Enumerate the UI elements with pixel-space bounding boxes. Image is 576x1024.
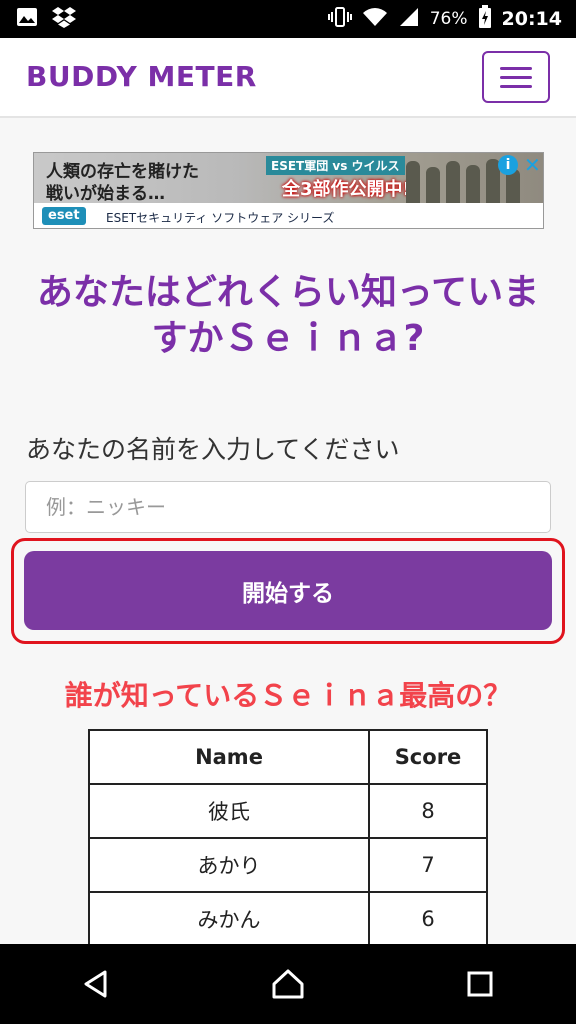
ad-footer: eset ESETセキュリティ ソフトウェア シリーズ (34, 203, 543, 228)
ad-headline-2: 戦いが始まる… (46, 184, 165, 204)
site-header: BUDDY METER (0, 38, 576, 118)
hamburger-icon-line (500, 75, 532, 79)
name-column-header: Name (88, 729, 370, 785)
name-label: あなたの名前を入力してください (26, 435, 400, 464)
player-score: 7 (368, 837, 488, 893)
ad-promo-text: 全3部作公開中!! (282, 179, 419, 200)
table-row: あかり 7 (88, 837, 488, 893)
status-bar: 76% 20:14 (0, 0, 576, 38)
system-nav-bar (0, 944, 576, 1024)
name-input[interactable] (25, 481, 551, 533)
ad-series-text: ESETセキュリティ ソフトウェア シリーズ (106, 211, 335, 225)
menu-toggle-button[interactable] (482, 51, 550, 103)
hamburger-icon-line (500, 84, 532, 88)
ad-close-icon[interactable]: ✕ (524, 153, 541, 177)
player-score: 8 (368, 783, 488, 839)
table-header-row: Name Score (88, 729, 488, 785)
ad-image: 人類の存亡を賭けた 戦いが始まる… ESET軍団 vs ウイルス 全3部作公開中… (34, 153, 543, 228)
vibrate-icon (327, 6, 352, 32)
hamburger-icon-line (500, 66, 532, 70)
battery-percent: 76% (429, 9, 468, 29)
ad-info-icon[interactable]: i (498, 155, 518, 175)
ad-vs-badge: ESET軍団 vs ウイルス (266, 156, 405, 175)
signal-icon (398, 6, 420, 32)
brand-logo[interactable]: BUDDY METER (26, 60, 257, 93)
battery-icon (478, 5, 492, 33)
player-name: みかん (88, 891, 370, 947)
page-title: あなたはどれくらい知っていますかＳｅｉｎａ? (36, 272, 540, 359)
player-score: 6 (368, 891, 488, 947)
eset-logo: eset (42, 207, 86, 225)
home-icon[interactable] (258, 954, 318, 1014)
table-row: 彼氏 8 (88, 783, 488, 839)
back-icon[interactable] (66, 954, 126, 1014)
score-column-header: Score (368, 729, 488, 785)
dropbox-icon (52, 6, 76, 32)
ad-banner[interactable]: 人類の存亡を賭けた 戦いが始まる… ESET軍団 vs ウイルス 全3部作公開中… (33, 152, 544, 229)
start-button[interactable]: 開始する (24, 551, 552, 630)
player-name: あかり (88, 837, 370, 893)
clock: 20:14 (501, 8, 562, 30)
image-icon (16, 6, 38, 32)
wifi-icon (362, 6, 388, 32)
leaderboard-title: 誰が知っているＳｅｉｎａ最高の？ (64, 679, 512, 712)
table-row: みかん 6 (88, 891, 488, 947)
player-name: 彼氏 (88, 783, 370, 839)
recents-icon[interactable] (450, 954, 510, 1014)
